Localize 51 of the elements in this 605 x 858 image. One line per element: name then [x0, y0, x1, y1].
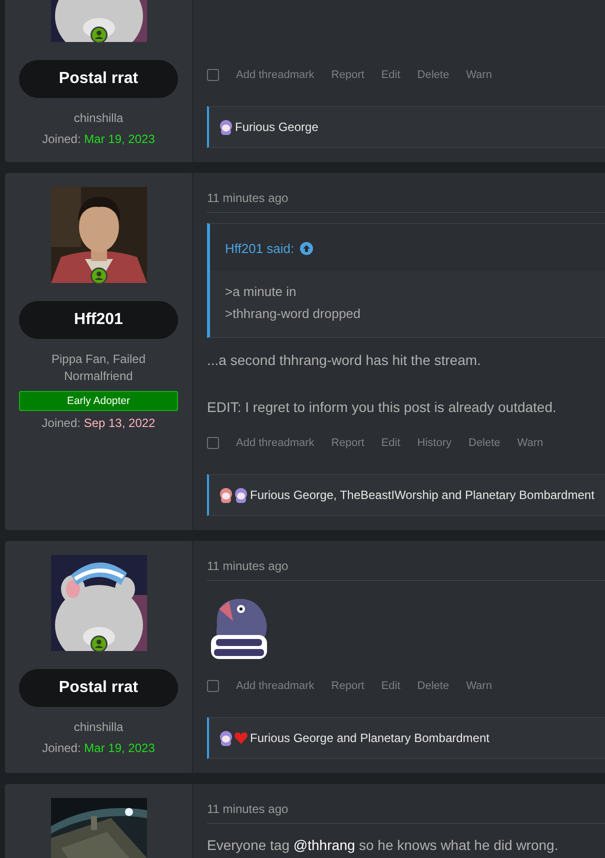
action-link[interactable]: Delete: [417, 69, 450, 81]
joined-date: Mar 19, 2023: [84, 132, 155, 146]
action-link[interactable]: Warn: [517, 437, 544, 449]
action-link[interactable]: Edit: [381, 69, 400, 81]
emoji-face-icon: [219, 120, 233, 134]
emoji-face-icon: [219, 488, 233, 502]
joined-label: Joined:: [42, 416, 80, 430]
heart-icon: [234, 730, 248, 744]
joined-label: Joined:: [42, 132, 81, 146]
action-link[interactable]: Edit: [381, 437, 400, 449]
post-text: ...a second thhrang-word has hit the stream.: [207, 351, 482, 370]
action-link[interactable]: Delete: [468, 437, 500, 449]
action-link[interactable]: Warn: [466, 680, 492, 692]
user-title: chinshilla: [72, 110, 124, 127]
select-checkbox[interactable]: [207, 680, 219, 692]
action-link[interactable]: Add threadmark: [236, 437, 314, 449]
reactions-link[interactable]: Furious George and Planetary Bombardment: [250, 731, 490, 745]
arrow-up-icon: [300, 242, 314, 255]
action-link[interactable]: Add threadmark: [236, 69, 314, 81]
mention-link[interactable]: @thhrang: [293, 837, 356, 853]
joined-date: Mar 19, 2023: [84, 741, 155, 755]
emoji-face-icon: [219, 730, 233, 746]
action-link[interactable]: Edit: [381, 680, 400, 692]
action-link[interactable]: Report: [331, 69, 364, 81]
user-title: chinshilla: [72, 719, 124, 736]
username-link[interactable]: Postal rrat: [19, 60, 178, 98]
user-title: Pippa Fan, Failed Normalfriend: [50, 351, 147, 385]
quote-text: >a minute in: [225, 283, 298, 301]
username-link[interactable]: Postal rrat: [19, 669, 178, 707]
user-banner: Early Adopter: [19, 391, 178, 411]
post-time-link[interactable]: 11 minutes ago: [207, 559, 288, 573]
emoji-face-icon: [234, 488, 248, 502]
quote-author-link[interactable]: Hff201 said:: [225, 241, 294, 256]
joined-date: Sep 13, 2022: [84, 416, 156, 430]
action-link[interactable]: Report: [331, 437, 364, 449]
username-link[interactable]: Hff201: [19, 301, 178, 339]
select-checkbox[interactable]: [207, 437, 219, 449]
action-link[interactable]: History: [417, 437, 452, 449]
select-checkbox[interactable]: [207, 69, 219, 81]
action-link[interactable]: Delete: [417, 680, 450, 692]
post-time-link[interactable]: 11 minutes ago: [207, 191, 288, 205]
post-text: EDIT: I regret to inform you this post is already outdated.: [207, 398, 558, 417]
joined-label: Joined:: [42, 741, 81, 755]
quote-text: >thhrang-word dropped: [225, 305, 362, 323]
action-link[interactable]: Add threadmark: [236, 680, 314, 692]
action-link[interactable]: Report: [331, 680, 364, 692]
reactions-link[interactable]: Furious George, TheBeastIWorship and Planetary Bombardment: [250, 488, 594, 502]
post-text: Everyone tag @thhrang so he knows what he did wrong.: [207, 836, 560, 855]
post-time-link[interactable]: 11 minutes ago: [207, 802, 288, 816]
action-link[interactable]: Warn: [466, 69, 492, 81]
reactions-link[interactable]: Furious George: [235, 120, 318, 134]
